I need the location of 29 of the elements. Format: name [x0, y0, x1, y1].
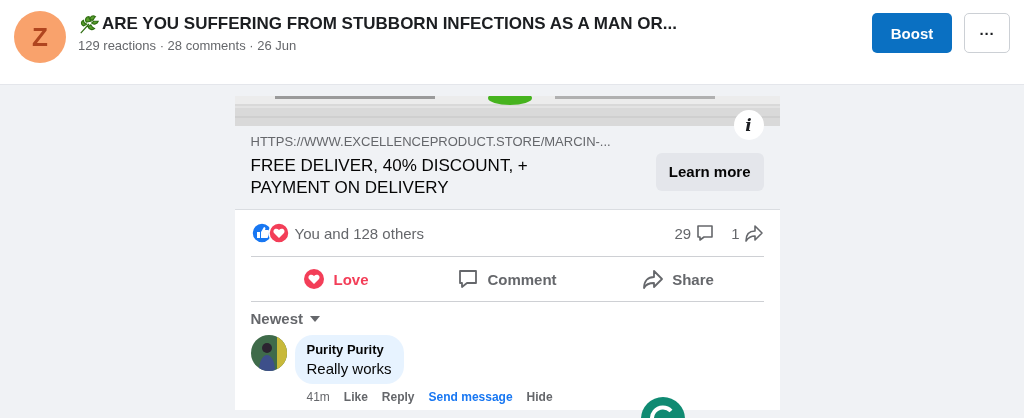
link-url[interactable]: HTTPS://WWW.EXCELLENCEPRODUCT.STORE/MARCIN-... — [250, 134, 656, 149]
ad-headline[interactable]: FREE DELIVER, 40% DISCOUNT, + PAYMENT ON DELIVERY — [250, 155, 551, 199]
comment-icon — [695, 223, 716, 243]
learn-more-button[interactable]: Learn more — [655, 152, 764, 191]
share-icon — [743, 223, 764, 243]
comment-text: Really works — [306, 360, 392, 377]
share-icon — [642, 268, 665, 290]
action-button[interactable]: Share — [592, 257, 764, 301]
comment-action-link[interactable]: Reply — [381, 390, 415, 404]
leaf-icon — [78, 13, 100, 35]
post-title[interactable]: ARE YOU SUFFERING FROM STUBBORN INFECTIONS AS A MAN OR... — [102, 14, 677, 34]
reaction-icons[interactable] — [250, 222, 291, 244]
action-button[interactable]: Comment — [421, 257, 593, 301]
comment-action-link[interactable]: Like — [343, 390, 368, 404]
boost-button[interactable]: Boost — [872, 13, 952, 53]
comment-time[interactable]: 41m — [306, 390, 330, 404]
caret-icon — [309, 314, 322, 323]
action-button[interactable]: Love — [250, 257, 422, 301]
comment-count[interactable]: 29 — [674, 224, 692, 242]
sort-dropdown[interactable]: Newest — [250, 310, 322, 327]
reactions-summary[interactable]: You and 128 others — [294, 224, 425, 242]
share-count[interactable]: 1 — [731, 224, 740, 242]
comment-icon — [457, 268, 480, 290]
comment-action-link[interactable]: Send message — [428, 390, 513, 404]
commenter-avatar[interactable] — [250, 335, 287, 371]
comment-action-link[interactable]: Hide — [526, 390, 553, 404]
post-meta: 129 reactions · 28 comments · 26 Jun — [78, 38, 298, 53]
comment-author[interactable]: Purity Purity — [306, 342, 392, 357]
more-button[interactable]: ··· — [964, 13, 1010, 53]
